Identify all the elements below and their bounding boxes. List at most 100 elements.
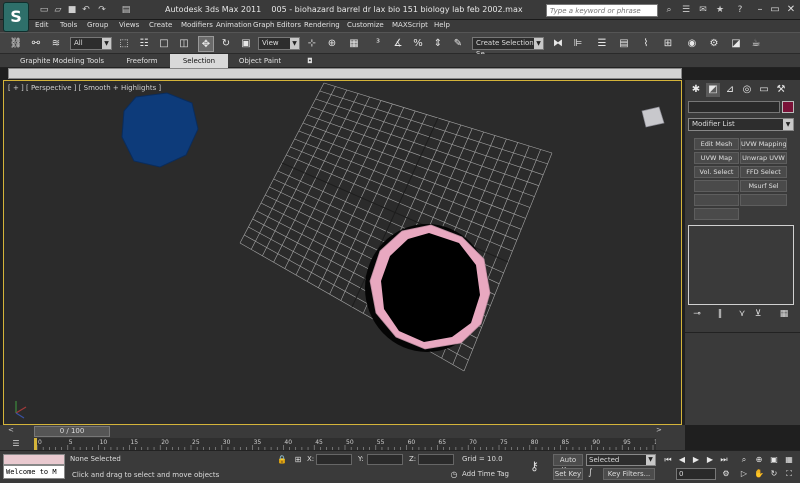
display-tab-icon[interactable]: ▭ (757, 83, 771, 97)
unwrap-uvw-button[interactable]: Unwrap UVW (740, 152, 787, 164)
search-icon[interactable]: ⌕ (663, 4, 675, 16)
maxscript-listener-input[interactable] (3, 454, 65, 465)
zoom-extents-all-icon[interactable]: ▦ (783, 454, 795, 466)
menu-customize[interactable]: Customize (347, 21, 384, 29)
new-scene-icon[interactable]: ▭ (38, 4, 50, 16)
time-slider-prev-icon[interactable]: < (8, 426, 14, 434)
maxscript-output[interactable]: Welcome to M (3, 465, 65, 479)
redo-icon[interactable]: ↷ (96, 4, 108, 16)
vol-select-button[interactable]: Vol. Select (694, 166, 739, 178)
tab-graphite-modeling-tools[interactable]: Graphite Modeling Tools (14, 54, 110, 68)
use-pivot-center-icon[interactable]: ⊹ (304, 36, 320, 52)
ribbon-panel-strip[interactable] (8, 68, 682, 79)
configure-modifier-sets-icon[interactable]: ▦ (777, 308, 791, 320)
default-in-out-tangent-icon[interactable]: ∫ (588, 468, 593, 478)
select-and-scale-icon[interactable]: ▣ (238, 36, 254, 52)
project-folder-icon[interactable]: ▤ (120, 4, 132, 16)
x-coordinate-field[interactable] (316, 454, 352, 465)
motion-tab-icon[interactable]: ◎ (740, 83, 754, 97)
angle-snap-icon[interactable]: ∡ (390, 36, 406, 52)
tab-selection[interactable]: Selection (170, 54, 228, 68)
auto-key-button[interactable]: Auto Key (553, 454, 583, 474)
select-by-name-icon[interactable]: ☷ (136, 36, 152, 52)
select-and-link-icon[interactable]: ⛓ (8, 36, 24, 52)
uvw-map-button[interactable]: UVW Map (694, 152, 739, 164)
menu-rendering[interactable]: Rendering (304, 21, 340, 29)
reference-coordinate-dropdown[interactable]: View ▼ (258, 37, 300, 50)
create-tab-icon[interactable]: ✱ (689, 83, 703, 97)
minimize-icon[interactable]: – (753, 3, 767, 16)
maximize-viewport-icon[interactable]: ⛶ (783, 468, 795, 480)
select-object-icon[interactable]: ⬚ (116, 36, 132, 52)
ribbon-options-icon[interactable]: ◘ (300, 54, 320, 68)
lock-selection-icon[interactable]: 🔒 (276, 454, 288, 466)
restore-icon[interactable]: ▭ (768, 3, 782, 16)
play-icon[interactable]: ▶ (690, 454, 702, 466)
edit-mesh-button[interactable]: Edit Mesh (694, 138, 739, 150)
pin-stack-icon[interactable]: ⊸ (690, 308, 704, 320)
rendered-frame-window-icon[interactable]: ◪ (728, 36, 744, 52)
app-logo-button[interactable]: S (3, 2, 29, 32)
remove-modifier-icon[interactable]: ⊻ (751, 308, 765, 320)
go-to-start-icon[interactable]: ⏮ (662, 454, 674, 466)
make-unique-icon[interactable]: ⋎ (735, 308, 749, 320)
modifier-set-button-9[interactable] (694, 194, 739, 206)
key-filters-button[interactable]: Key Filters... (603, 468, 655, 480)
msurf-sel-button[interactable]: Msurf Sel (740, 180, 787, 192)
menu-tools[interactable]: Tools (60, 21, 77, 29)
help-icon[interactable]: ? (734, 4, 746, 16)
set-key-button[interactable]: Set Key (553, 468, 583, 480)
align-icon[interactable]: ⊫ (570, 36, 586, 52)
close-icon[interactable]: ✕ (784, 3, 798, 16)
open-file-icon[interactable]: ▱ (52, 4, 64, 16)
layer-manager-icon[interactable]: ☰ (594, 36, 610, 52)
menu-create[interactable]: Create (149, 21, 172, 29)
time-tag-icon[interactable]: ◷ (448, 469, 460, 481)
next-frame-icon[interactable]: ▶ (704, 454, 716, 466)
save-file-icon[interactable]: ■ (66, 4, 78, 16)
snaps-toggle-icon[interactable]: ³ (370, 36, 386, 52)
window-crossing-icon[interactable]: ◫ (176, 36, 192, 52)
menu-edit[interactable]: Edit (35, 21, 49, 29)
object-color-swatch[interactable] (782, 101, 794, 113)
select-and-move-icon[interactable]: ✥ (198, 36, 214, 52)
ffd-select-button[interactable]: FFD Select (740, 166, 787, 178)
modifier-list-dropdown[interactable]: Modifier List ▼ (688, 118, 794, 131)
modify-tab-icon[interactable]: ◩ (706, 83, 720, 97)
go-to-end-icon[interactable]: ⏭ (718, 454, 730, 466)
current-frame-field[interactable]: 0 (676, 468, 716, 480)
absolute-mode-icon[interactable]: ⊞ (292, 454, 304, 466)
menu-graph-editors[interactable]: Graph Editors (253, 21, 301, 29)
select-and-rotate-icon[interactable]: ↻ (218, 36, 234, 52)
bind-space-warp-icon[interactable]: ≋ (48, 36, 64, 52)
time-configuration-icon[interactable]: ⚙ (720, 468, 732, 480)
menu-animation[interactable]: Animation (216, 21, 252, 29)
modifier-set-button-11[interactable] (694, 208, 739, 220)
rectangular-selection-icon[interactable]: □ (156, 36, 172, 52)
uvw-mapping-add-button[interactable]: UVW Mapping Ad (740, 138, 787, 150)
orbit-icon[interactable]: ↻ (768, 468, 780, 480)
time-slider-next-icon[interactable]: > (656, 426, 662, 434)
zoom-icon[interactable]: ⌕ (738, 454, 750, 466)
key-mode-dropdown[interactable]: Selected ▼ (586, 454, 656, 466)
graphite-toggle-icon[interactable]: ▤ (616, 36, 632, 52)
zoom-all-icon[interactable]: ⊕ (753, 454, 765, 466)
field-of-view-icon[interactable]: ▷ (738, 468, 750, 480)
menu-views[interactable]: Views (119, 21, 139, 29)
curve-editor-icon[interactable]: ⌇ (638, 36, 654, 52)
selection-filter-dropdown[interactable]: All ▼ (70, 37, 112, 50)
tab-object-paint[interactable]: Object Paint (232, 54, 288, 68)
menu-modifiers[interactable]: Modifiers (181, 21, 213, 29)
show-end-result-icon[interactable]: ‖ (713, 308, 727, 320)
object-name-field[interactable] (688, 101, 780, 113)
unlink-icon[interactable]: ⚯ (28, 36, 44, 52)
render-setup-icon[interactable]: ⚙ (706, 36, 722, 52)
time-slider[interactable]: 0 / 100 (34, 426, 110, 437)
zoom-extents-icon[interactable]: ▣ (768, 454, 780, 466)
material-editor-icon[interactable]: ◉ (684, 36, 700, 52)
mini-curve-editor-icon[interactable]: ☰ (8, 438, 24, 449)
utilities-tab-icon[interactable]: ⚒ (774, 83, 788, 97)
menu-maxscript[interactable]: MAXScript (392, 21, 428, 29)
schematic-view-icon[interactable]: ⊞ (660, 36, 676, 52)
undo-icon[interactable]: ↶ (80, 4, 92, 16)
